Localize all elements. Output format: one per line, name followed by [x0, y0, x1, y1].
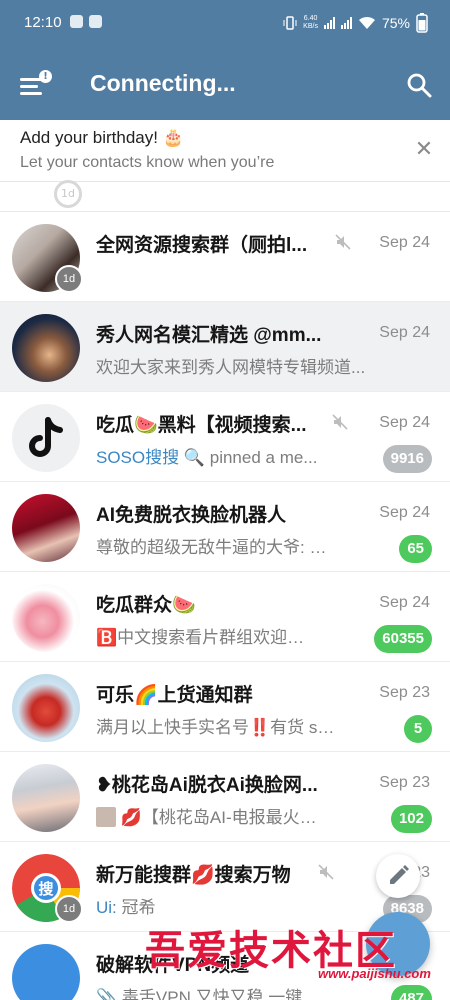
unread-badge: 5 — [404, 715, 432, 743]
chat-row[interactable]: ❥桃花岛Ai脱衣Ai换脸网... Sep 23 💋【桃花岛AI-电报最火… 10… — [0, 752, 450, 842]
chat-preview: 尊敬的超级无敌牛逼的大爷: … — [96, 538, 327, 557]
chat-date: Sep 24 — [379, 324, 430, 341]
timer-badge: 1d — [54, 180, 82, 208]
chat-name: 全网资源搜索群（厕拍l... — [96, 235, 308, 256]
status-time: 12:10 — [24, 14, 62, 31]
mute-icon — [332, 414, 348, 430]
snapchat-notification-icon — [70, 15, 83, 28]
chat-preview: SOSO搜搜 🔍 pinned a me... — [96, 448, 318, 467]
unread-badge: 65 — [399, 535, 432, 563]
status-bar: 12:10 6.40 KB/s 75% — [0, 0, 450, 48]
chat-row[interactable]: 可乐🌈上货通知群 Sep 23 满月以上快手实名号‼️有货 s… 5 — [0, 662, 450, 752]
alert-dot: ! — [39, 70, 52, 83]
mute-icon — [318, 864, 334, 880]
unread-badge: 487 — [390, 985, 432, 1000]
app-title: Connecting... — [90, 70, 236, 96]
app-notification-icon — [89, 15, 102, 28]
chat-avatar — [12, 494, 80, 562]
chat-date: Sep 24 — [379, 504, 430, 521]
watermark-url: www.paijishu.com — [318, 966, 431, 981]
chat-preview: 欢迎大家来到秀人网模特专辑频道... — [96, 358, 366, 377]
chat-row[interactable]: 秀人网名模汇精选 @mm... Sep 24 欢迎大家来到秀人网模特专辑频道..… — [0, 302, 450, 392]
chat-name: 秀人网名模汇精选 @mm... — [96, 325, 322, 346]
chat-name: 吃瓜🍉黑料【视频搜索... — [96, 415, 307, 436]
chat-preview: 💋【桃花岛AI-电报最火… — [96, 803, 364, 828]
signal-icon-1 — [323, 17, 335, 29]
chat-avatar — [12, 944, 80, 1000]
chat-date: Sep 24 — [379, 594, 430, 611]
chat-preview: 🅱️中文搜索看片群组欢迎… — [96, 628, 305, 647]
chat-avatar — [12, 674, 80, 742]
chat-preview: Ui: 冠希 — [96, 898, 156, 917]
vibrate-icon — [283, 16, 297, 30]
pencil-icon[interactable] — [376, 854, 420, 898]
banner-subtitle: Let your contacts know when you’re — [20, 154, 275, 171]
chat-avatar — [12, 404, 80, 472]
chat-date: Sep 24 — [379, 234, 430, 251]
unread-badge: 9916 — [382, 445, 432, 473]
battery-level: 75% — [381, 15, 410, 31]
banner-title: Add your birthday! 🎂 — [20, 128, 184, 147]
chat-date: Sep 23 — [379, 774, 430, 791]
chat-row[interactable]: 吃瓜🍉黑料【视频搜索... Sep 24 SOSO搜搜 🔍 pinned a m… — [0, 392, 450, 482]
chat-name: AI免费脱衣换脸机器人 — [96, 505, 287, 526]
app-bar: ! Connecting... — [0, 48, 450, 120]
chat-avatar — [12, 314, 80, 382]
search-icon[interactable] — [406, 72, 432, 98]
status-right: 6.40 KB/s 75% — [283, 13, 428, 33]
battery-icon — [416, 13, 428, 33]
notification-icons — [70, 15, 102, 28]
chat-date: Sep 24 — [379, 414, 430, 431]
chat-name: 新万能搜群💋搜索万物 — [96, 865, 291, 886]
timer-badge: 1d — [55, 265, 83, 293]
wifi-icon — [358, 16, 375, 29]
chat-name: ❥桃花岛Ai脱衣Ai换脸网... — [96, 775, 318, 796]
chat-name: 吃瓜群众🍉 — [96, 595, 196, 616]
svg-text:搜: 搜 — [38, 880, 54, 898]
chat-avatar — [12, 584, 80, 652]
mute-icon — [335, 234, 351, 250]
tiktok-logo-icon — [29, 417, 63, 457]
unread-badge: 60355 — [374, 625, 432, 653]
chat-name: 可乐🌈上货通知群 — [96, 685, 253, 706]
menu-with-alert-icon[interactable]: ! — [20, 70, 52, 98]
pencil-glyph-icon — [390, 865, 409, 884]
chat-avatar — [12, 764, 80, 832]
signal-icon-2 — [340, 17, 352, 29]
birthday-banner[interactable]: Add your birthday! 🎂 Let your contacts k… — [0, 120, 450, 182]
net-speed: 6.40 KB/s — [303, 15, 318, 30]
unread-badge: 102 — [390, 805, 432, 833]
timer-badge: 1d — [55, 895, 83, 923]
chat-date: Sep 23 — [379, 684, 430, 701]
chat-row[interactable]: 1d 全网资源搜索群（厕拍l... Sep 24 — [0, 212, 450, 302]
partial-chat-row[interactable]: 1d — [0, 180, 450, 212]
chat-row[interactable]: AI免费脱衣换脸机器人 Sep 24 尊敬的超级无敌牛逼的大爷: … 65 — [0, 482, 450, 572]
chat-preview: 满月以上快手实名号‼️有货 s… — [96, 718, 335, 737]
preview-thumbnail — [96, 807, 116, 827]
close-icon[interactable]: ✕ — [414, 139, 434, 161]
chat-row[interactable]: 吃瓜群众🍉 Sep 24 🅱️中文搜索看片群组欢迎… 60355 — [0, 572, 450, 662]
chat-preview: 📎 毒舌VPN 又快又稳 一键… — [96, 988, 320, 1000]
